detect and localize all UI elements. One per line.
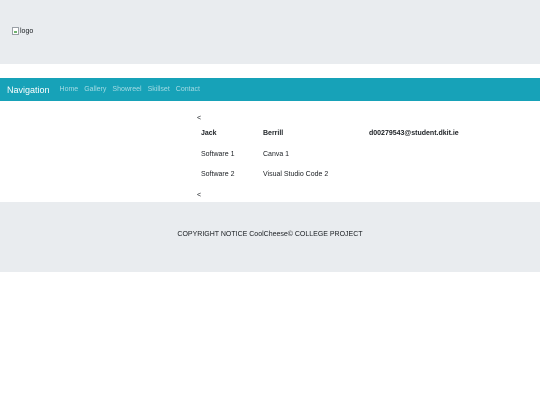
logo[interactable]: logo (12, 27, 33, 35)
table-header-last-name: Berrill (263, 130, 284, 137)
copyright-notice: COPYRIGHT NOTICE CoolCheese© COLLEGE PRO… (177, 231, 363, 238)
table-cell-software-2: Software 2 (201, 171, 235, 178)
carousel-prev-arrow[interactable]: < (197, 115, 201, 122)
navbar-brand[interactable]: Navigation (7, 85, 50, 95)
table-cell-canva: Canva 1 (263, 151, 290, 158)
header: logo (0, 0, 540, 64)
table-cell-software-1: Software 1 (201, 151, 235, 158)
nav-link-showreel[interactable]: Showreel (112, 86, 141, 93)
table-header-email: d00279543@student.dkit.ie (369, 130, 459, 137)
main-content: < Jack Berrill d00279543@student.dkit.ie… (0, 101, 540, 202)
table-header-first-name: Jack (201, 130, 217, 137)
table-cell-vscode: Visual Studio Code 2 (263, 171, 329, 178)
nav-link-contact[interactable]: Contact (176, 86, 200, 93)
logo-alt-text: logo (20, 27, 34, 35)
footer: COPYRIGHT NOTICE CoolCheese© COLLEGE PRO… (0, 202, 540, 272)
nav-link-gallery[interactable]: Gallery (84, 86, 106, 93)
navbar: Navigation Home Gallery Showreel Skillse… (0, 78, 540, 101)
carousel-next-arrow[interactable]: < (197, 192, 201, 199)
nav-link-skillset[interactable]: Skillset (148, 86, 170, 93)
broken-image-icon (12, 27, 19, 35)
nav-link-home[interactable]: Home (60, 86, 79, 93)
